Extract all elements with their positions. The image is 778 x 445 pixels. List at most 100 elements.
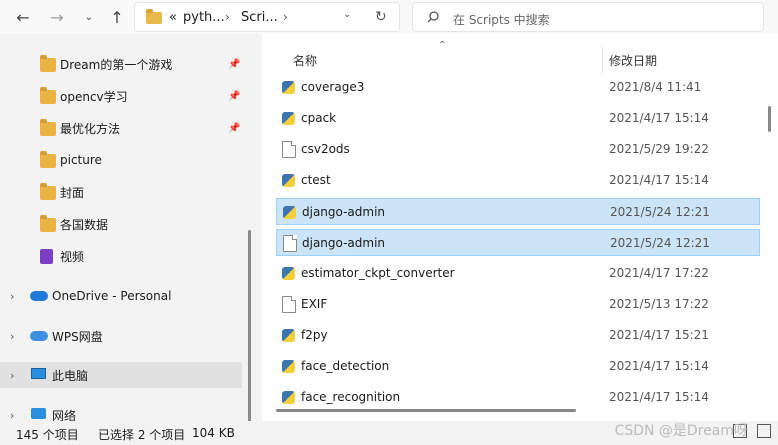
search-placeholder[interactable]: 在 Scripts 中搜索 — [453, 11, 550, 28]
file-date: 2021/8/4 11:41 — [609, 80, 702, 94]
sidebar-item-label: WPS网盘 — [52, 329, 103, 344]
python-file-icon — [282, 174, 295, 187]
sidebar-item-country-data[interactable]: 各国数据 — [0, 211, 242, 237]
search-box[interactable]: 在 Scripts 中搜索 — [412, 2, 764, 32]
sidebar-item-label: 此电脑 — [52, 368, 89, 383]
file-name: django-admin — [302, 205, 386, 219]
sidebar-scrollbar[interactable] — [248, 230, 251, 421]
back-arrow-icon[interactable]: ← — [12, 7, 34, 27]
network-icon — [31, 408, 46, 419]
file-row[interactable]: ctest 2021/4/17 15:14 — [276, 167, 760, 194]
chevron-right-icon[interactable]: › — [10, 409, 14, 422]
sidebar-item-label: 各国数据 — [60, 217, 109, 232]
folder-icon — [40, 87, 56, 104]
file-date: 2021/5/29 19:22 — [609, 142, 709, 156]
chevron-down-icon[interactable]: ⌄ — [78, 7, 100, 27]
sort-ascending-icon: ⌃ — [438, 40, 447, 51]
folder-icon — [40, 55, 56, 72]
sidebar-item-label: picture — [60, 153, 102, 167]
watermark: CSDN @是Dream呀 — [614, 423, 748, 439]
video-icon — [40, 249, 53, 264]
sidebar-item-dream-game[interactable]: Dream的第一个游戏 📌 — [0, 51, 242, 77]
navigation-bar: ← → ⌄ ↑ « pyth... › Scri... › ⌄ ↻ 在 Scri… — [0, 0, 778, 34]
breadcrumb-overflow[interactable]: « — [169, 10, 177, 25]
sidebar-item-picture[interactable]: picture — [0, 147, 242, 173]
tiles-view-icon[interactable] — [757, 424, 771, 438]
file-row[interactable]: EXIF 2021/5/13 17:22 — [276, 291, 760, 318]
chevron-right-icon[interactable]: › — [10, 369, 14, 382]
file-row[interactable]: face_detection 2021/4/17 15:14 — [276, 353, 760, 380]
column-divider[interactable] — [602, 46, 603, 74]
pin-icon: 📌 — [228, 122, 241, 134]
python-file-icon — [283, 206, 296, 219]
computer-icon — [31, 368, 46, 379]
file-row[interactable]: django-admin 2021/5/24 12:21 — [276, 198, 760, 225]
sidebar-item-label: 最优化方法 — [60, 121, 121, 136]
folder-icon — [40, 215, 56, 232]
chevron-right-icon[interactable]: › — [10, 330, 14, 343]
folder-icon — [146, 9, 162, 24]
sidebar-item-label: 网络 — [52, 408, 77, 422]
navigation-pane: Dream的第一个游戏 📌 opencv学习 📌 最优化方法 📌 picture… — [0, 34, 256, 421]
sidebar-item-cover[interactable]: 封面 — [0, 179, 242, 205]
horizontal-scrollbar[interactable] — [276, 409, 576, 412]
cloud-icon — [30, 331, 48, 341]
address-bar[interactable]: « pyth... › Scri... › ⌄ ↻ — [134, 2, 400, 32]
chevron-right-icon[interactable]: › — [10, 290, 14, 303]
file-date: 2021/5/24 12:21 — [610, 205, 710, 219]
file-row[interactable]: django-admin 2021/5/24 12:21 — [276, 229, 760, 256]
vertical-scrollbar[interactable] — [768, 106, 771, 132]
folder-icon — [40, 151, 56, 168]
sidebar-item-onedrive[interactable]: › OneDrive - Personal — [0, 283, 242, 309]
sidebar-item-this-pc[interactable]: › 此电脑 — [0, 362, 242, 388]
item-count: 145 个项目 — [16, 428, 79, 442]
file-date: 2021/4/17 15:14 — [609, 390, 709, 404]
python-file-icon — [282, 81, 295, 94]
file-date: 2021/4/17 15:14 — [609, 359, 709, 373]
sidebar-item-wps[interactable]: › WPS网盘 — [0, 323, 242, 349]
column-name-header[interactable]: 名称 — [293, 52, 317, 69]
python-file-icon — [282, 391, 295, 404]
sidebar-item-network[interactable]: › 网络 — [0, 402, 242, 421]
sidebar-item-label: 封面 — [60, 185, 85, 200]
file-date: 2021/4/17 15:14 — [609, 173, 709, 187]
file-name: f2py — [301, 328, 328, 342]
breadcrumb-chevron-icon[interactable]: › — [225, 10, 230, 24]
file-row[interactable]: cpack 2021/4/17 15:14 — [276, 105, 760, 132]
folder-icon — [40, 183, 56, 200]
sidebar-item-label: 视频 — [60, 249, 85, 264]
refresh-icon[interactable]: ↻ — [375, 9, 387, 25]
file-name: EXIF — [301, 297, 328, 311]
python-file-icon — [282, 267, 295, 280]
file-date: 2021/4/17 17:22 — [609, 266, 709, 280]
file-icon — [282, 296, 296, 313]
file-name: face_recognition — [301, 390, 401, 404]
breadcrumb-python[interactable]: pyth... — [183, 10, 225, 25]
file-name: django-admin — [302, 236, 386, 250]
file-date: 2021/4/17 15:21 — [609, 328, 709, 342]
breadcrumb-chevron-icon[interactable]: › — [283, 10, 288, 24]
column-date-header[interactable]: 修改日期 — [609, 52, 657, 69]
file-row[interactable]: estimator_ckpt_converter 2021/4/17 17:22 — [276, 260, 760, 287]
column-header: ⌃ 名称 修改日期 — [262, 34, 778, 74]
file-row[interactable]: f2py 2021/4/17 15:21 — [276, 322, 760, 349]
file-name: ctest — [301, 173, 331, 187]
cloud-icon — [30, 291, 48, 301]
up-arrow-icon[interactable]: ↑ — [106, 7, 128, 27]
sidebar-item-opencv[interactable]: opencv学习 📌 — [0, 83, 242, 109]
search-icon — [427, 11, 439, 23]
file-name: face_detection — [301, 359, 390, 373]
sidebar-item-label: OneDrive - Personal — [52, 289, 172, 303]
file-date: 2021/5/24 12:21 — [610, 236, 710, 250]
sidebar-item-label: Dream的第一个游戏 — [60, 57, 173, 72]
file-row[interactable]: face_recognition 2021/4/17 15:14 — [276, 384, 760, 411]
sidebar-item-videos[interactable]: 视频 — [0, 243, 242, 269]
breadcrumb-scripts[interactable]: Scri... — [241, 10, 278, 25]
file-row[interactable]: coverage3 2021/8/4 11:41 — [276, 74, 760, 101]
address-history-chevron-icon[interactable]: ⌄ — [343, 9, 351, 20]
sidebar-item-optimization[interactable]: 最优化方法 📌 — [0, 115, 242, 141]
forward-arrow-icon[interactable]: → — [46, 7, 68, 27]
file-date: 2021/5/13 17:22 — [609, 297, 709, 311]
file-row[interactable]: csv2ods 2021/5/29 19:22 — [276, 136, 760, 163]
file-name: estimator_ckpt_converter — [301, 266, 455, 280]
